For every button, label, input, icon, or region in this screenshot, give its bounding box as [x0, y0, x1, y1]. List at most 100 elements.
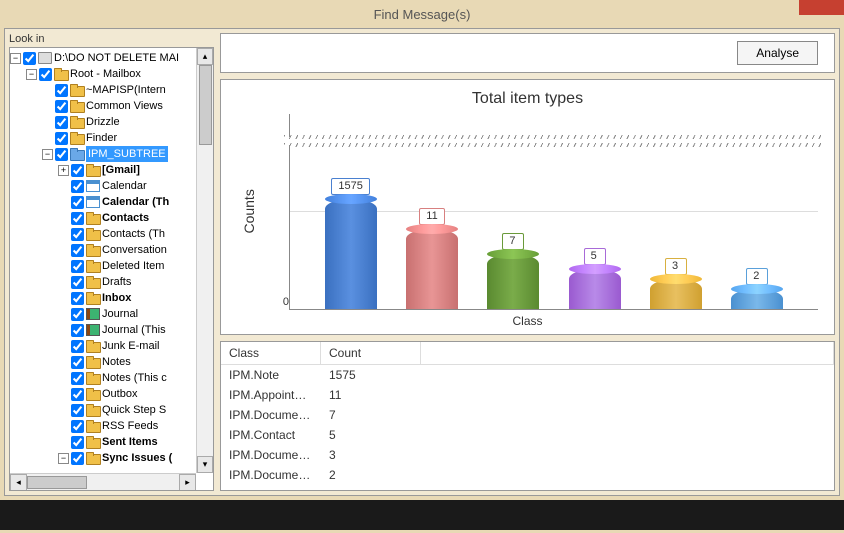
tree-checkbox[interactable] — [71, 196, 84, 209]
scroll-up-arrow[interactable]: ▴ — [197, 48, 213, 65]
expand-icon[interactable]: + — [58, 165, 69, 176]
tree-row[interactable]: Conversation — [10, 242, 213, 258]
tree-checkbox[interactable] — [55, 100, 68, 113]
scroll-thumb[interactable] — [199, 65, 212, 145]
table-row[interactable]: IPM.Appointment11 — [221, 385, 834, 405]
tree-row[interactable]: Outbox — [10, 386, 213, 402]
tree-label: RSS Feeds — [102, 418, 158, 434]
collapse-icon[interactable]: − — [26, 69, 37, 80]
tree-checkbox[interactable] — [71, 276, 84, 289]
tree-checkbox[interactable] — [71, 356, 84, 369]
calendar-icon — [86, 196, 100, 208]
folder-icon — [86, 404, 100, 416]
tree-checkbox[interactable] — [71, 212, 84, 225]
folder-icon — [86, 420, 100, 432]
td-class: IPM.Appointment — [221, 388, 321, 402]
close-button[interactable] — [799, 0, 844, 15]
tree-checkbox[interactable] — [71, 164, 84, 177]
tree-row[interactable]: RSS Feeds — [10, 418, 213, 434]
tree-checkbox[interactable] — [71, 436, 84, 449]
table-row[interactable]: IPM.Document.T...7 — [221, 405, 834, 425]
table-row[interactable]: IPM.Document.O...2 — [221, 465, 834, 485]
tree-checkbox[interactable] — [55, 116, 68, 129]
tree-label: Contacts (Th — [102, 226, 165, 242]
scroll-thumb-h[interactable] — [27, 476, 87, 489]
tree-row[interactable]: Notes (This c — [10, 370, 213, 386]
tree-row[interactable]: Journal — [10, 306, 213, 322]
tree-row[interactable]: −Root - Mailbox — [10, 66, 213, 82]
tree-row[interactable]: ~MAPISP(Intern — [10, 82, 213, 98]
tree-row[interactable]: Deleted Item — [10, 258, 213, 274]
main-panel: Look in −D:\DO NOT DELETE MAI−Root - Mai… — [4, 28, 840, 496]
scroll-down-arrow[interactable]: ▾ — [197, 456, 213, 473]
tree-row[interactable]: Junk E-mail — [10, 338, 213, 354]
tree-row[interactable]: +[Gmail] — [10, 162, 213, 178]
tree-row[interactable]: Drafts — [10, 274, 213, 290]
tree-row[interactable]: Common Views — [10, 98, 213, 114]
bar — [650, 279, 702, 309]
horizontal-scrollbar[interactable]: ◂ ▸ — [10, 473, 196, 490]
scroll-left-arrow[interactable]: ◂ — [10, 474, 27, 491]
tree-checkbox[interactable] — [71, 292, 84, 305]
folder-icon — [70, 148, 84, 160]
tree-row[interactable]: Contacts — [10, 210, 213, 226]
tree-row[interactable]: −D:\DO NOT DELETE MAI — [10, 50, 213, 66]
tree-checkbox[interactable] — [39, 68, 52, 81]
data-table: Class Count IPM.Note1575IPM.Appointment1… — [220, 341, 835, 491]
tree-checkbox[interactable] — [71, 420, 84, 433]
analyse-button[interactable]: Analyse — [737, 41, 818, 65]
th-class[interactable]: Class — [221, 342, 321, 364]
tree-checkbox[interactable] — [71, 452, 84, 465]
tree-row[interactable]: Calendar — [10, 178, 213, 194]
vertical-scrollbar[interactable]: ▴ ▾ — [196, 48, 213, 473]
tree-row[interactable]: Quick Step S — [10, 402, 213, 418]
collapse-icon[interactable]: − — [58, 453, 69, 464]
tree-checkbox[interactable] — [71, 324, 84, 337]
right-panel: Analyse Total item types Counts 0 157511… — [220, 33, 835, 491]
tree-checkbox[interactable] — [55, 148, 68, 161]
bar — [487, 254, 539, 309]
folder-icon — [86, 436, 100, 448]
tree-row[interactable]: Finder — [10, 130, 213, 146]
tree-row[interactable]: Drizzle — [10, 114, 213, 130]
tree-row[interactable]: Contacts (Th — [10, 226, 213, 242]
tree-checkbox[interactable] — [71, 340, 84, 353]
collapse-icon[interactable]: − — [42, 149, 53, 160]
tree-checkbox[interactable] — [71, 308, 84, 321]
tree-row[interactable]: Sent Items — [10, 434, 213, 450]
tree-checkbox[interactable] — [55, 132, 68, 145]
tree-checkbox[interactable] — [71, 244, 84, 257]
tree-row[interactable]: −Sync Issues ( — [10, 450, 213, 466]
tree-checkbox[interactable] — [23, 52, 36, 65]
tree-checkbox[interactable] — [71, 404, 84, 417]
td-class: IPM.Document.O... — [221, 448, 321, 462]
table-row[interactable]: IPM.Note1575 — [221, 365, 834, 385]
folder-icon — [86, 164, 100, 176]
td-class: IPM.Contact — [221, 428, 321, 442]
tree-checkbox[interactable] — [71, 228, 84, 241]
tree-checkbox[interactable] — [55, 84, 68, 97]
bar-group: 7 — [487, 233, 539, 309]
tree-checkbox[interactable] — [71, 260, 84, 273]
chart-plot: 1575117532 — [289, 114, 818, 310]
folder-icon — [86, 452, 100, 464]
folder-icon — [86, 388, 100, 400]
folder-tree[interactable]: −D:\DO NOT DELETE MAI−Root - Mailbox~MAP… — [10, 48, 213, 468]
tree-row[interactable]: Inbox — [10, 290, 213, 306]
tree-label: Notes — [102, 354, 131, 370]
tree-checkbox[interactable] — [71, 372, 84, 385]
table-row[interactable]: IPM.Document.O...3 — [221, 445, 834, 465]
tree-row[interactable]: Calendar (Th — [10, 194, 213, 210]
tree-row[interactable]: Notes — [10, 354, 213, 370]
table-row[interactable]: IPM.Contact5 — [221, 425, 834, 445]
tree-checkbox[interactable] — [71, 388, 84, 401]
tree-checkbox[interactable] — [71, 180, 84, 193]
table-body: IPM.Note1575IPM.Appointment11IPM.Documen… — [221, 365, 834, 490]
table-header: Class Count — [221, 342, 834, 365]
chart-xlabel: Class — [237, 314, 818, 328]
tree-row[interactable]: −IPM_SUBTREE — [10, 146, 213, 162]
scroll-right-arrow[interactable]: ▸ — [179, 474, 196, 491]
collapse-icon[interactable]: − — [10, 53, 21, 64]
th-count[interactable]: Count — [321, 342, 421, 364]
tree-row[interactable]: Journal (This — [10, 322, 213, 338]
